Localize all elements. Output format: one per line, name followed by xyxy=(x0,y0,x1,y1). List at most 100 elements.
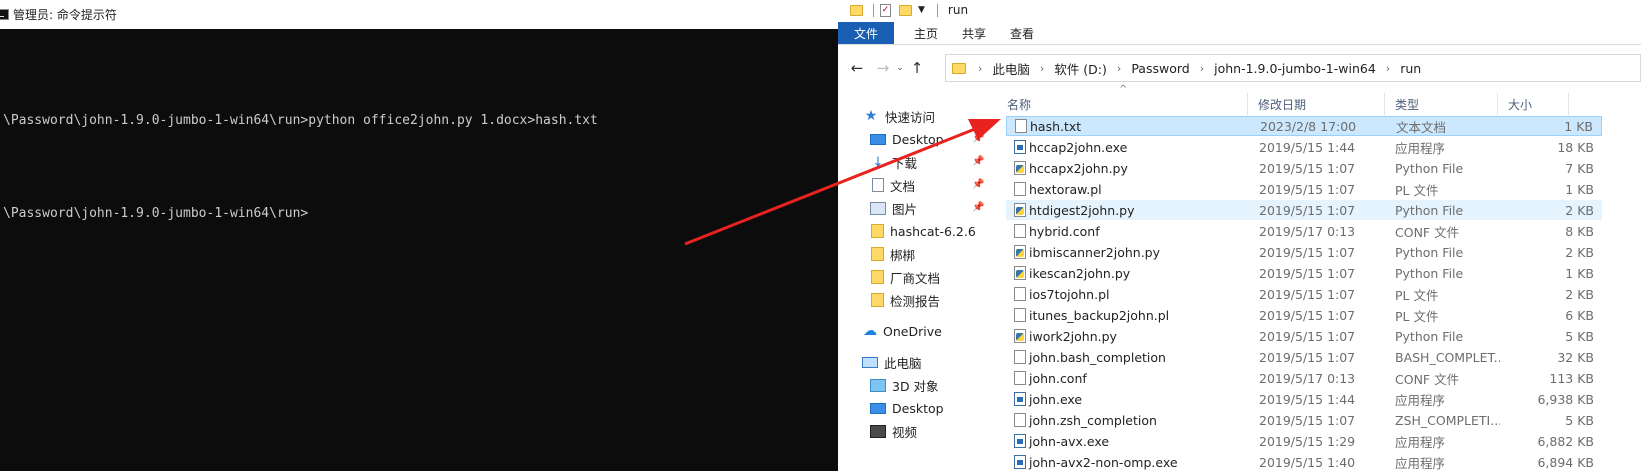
application-icon xyxy=(1014,455,1026,469)
file-size: 6,938 KB xyxy=(1537,391,1594,407)
tab-home[interactable]: 主页 xyxy=(902,22,950,44)
chevron-right-icon[interactable]: › xyxy=(1040,62,1044,75)
nav-item-test-reports[interactable]: 检测报告 xyxy=(870,289,940,311)
pin-icon[interactable]: 📌 xyxy=(972,202,984,213)
file-type: 应用程序 xyxy=(1395,392,1446,408)
breadcrumb-password[interactable]: Password xyxy=(1131,61,1189,76)
column-header-size[interactable]: 大小 xyxy=(1498,93,1568,115)
up-arrow-icon[interactable]: ↑ xyxy=(906,57,928,79)
file-type: 应用程序 xyxy=(1395,455,1446,471)
nav-item-documents[interactable]: 文档 xyxy=(870,174,915,196)
nav-label: 图片 xyxy=(892,201,918,217)
file-date: 2019/5/15 1:44 xyxy=(1259,139,1356,155)
application-icon xyxy=(1014,392,1026,406)
console-title: 管理员: 命令提示符 xyxy=(13,8,117,22)
file-row[interactable]: john.zsh_completion 2019/5/15 1:07 ZSH_COM… xyxy=(1006,410,1602,430)
file-row[interactable]: htdigest2john.py 2019/5/15 1:07 Python Fil… xyxy=(1006,200,1602,220)
nav-label: 3D 对象 xyxy=(892,378,939,394)
file-name: hccap2john.exe xyxy=(1029,139,1128,155)
breadcrumb-this-pc[interactable]: 此电脑 xyxy=(992,59,1030,78)
breadcrumb-drive-d[interactable]: 软件 (D:) xyxy=(1054,59,1107,78)
new-folder-icon[interactable] xyxy=(899,4,912,16)
quick-access-toolbar: ✓ ▼ run xyxy=(838,0,1641,20)
file-row[interactable]: ibmiscanner2john.py 2019/5/15 1:07 Python … xyxy=(1006,242,1602,262)
file-name: john-avx.exe xyxy=(1029,433,1110,449)
nav-onedrive[interactable]: ☁ OneDrive xyxy=(861,320,942,342)
file-row[interactable]: hextoraw.pl 2019/5/15 1:07 PL 文件 1 KB xyxy=(1006,179,1602,199)
nav-label: OneDrive xyxy=(883,323,942,339)
pin-icon[interactable]: 📌 xyxy=(972,179,984,190)
file-row[interactable]: john.conf 2019/5/17 0:13 CONF 文件 113 KB xyxy=(1006,368,1602,388)
file-row[interactable]: itunes_backup2john.pl 2019/5/15 1:07 PL 文件… xyxy=(1006,305,1602,325)
file-row[interactable]: john-avx.exe 2019/5/15 1:29 应用程序 6,882 KB xyxy=(1006,431,1602,451)
tab-share[interactable]: 共享 xyxy=(950,22,998,44)
file-date: 2019/5/15 1:07 xyxy=(1259,328,1356,344)
folder-icon xyxy=(871,270,884,284)
chevron-right-icon[interactable]: › xyxy=(1386,62,1390,75)
file-explorer-window[interactable]: ✓ ▼ run 文件 主页 共享 查看 ← → ⌄ ↑ › 此电脑 › 软件 (… xyxy=(838,0,1641,471)
column-headers: 名称 修改日期 类型 大小 xyxy=(997,93,1641,115)
nav-this-pc[interactable]: 此电脑 xyxy=(862,351,922,373)
text-file-icon xyxy=(1014,224,1026,238)
nav-item-desktop[interactable]: Desktop xyxy=(870,128,944,150)
chevron-right-icon[interactable]: › xyxy=(978,62,982,75)
folder-icon xyxy=(871,293,884,307)
file-row[interactable]: ikescan2john.py 2019/5/15 1:07 Python File… xyxy=(1006,263,1602,283)
file-row[interactable]: iwork2john.py 2019/5/15 1:07 Python File 5 … xyxy=(1006,326,1602,346)
nav-quick-access[interactable]: ★ 快速访问 xyxy=(863,105,935,127)
file-size: 1 KB xyxy=(1565,265,1594,281)
nav-item-pc-desktop[interactable]: Desktop xyxy=(870,397,944,419)
pin-icon[interactable]: 📌 xyxy=(972,156,984,167)
pin-icon[interactable]: 📌 xyxy=(972,133,984,144)
nav-item-pictures[interactable]: 图片 xyxy=(870,197,917,219)
tab-file[interactable]: 文件 xyxy=(838,22,894,44)
nav-label: Desktop xyxy=(892,131,944,147)
nav-item-3d-objects[interactable]: 3D 对象 xyxy=(870,374,939,396)
column-header-type[interactable]: 类型 xyxy=(1385,93,1497,115)
file-size: 2 KB xyxy=(1565,244,1594,260)
navigation-pane[interactable]: ★ 快速访问 Desktop 📌 ↓ 下载 📌 文档 📌 图片 📌 hashca… xyxy=(838,105,988,471)
customize-dropdown-icon[interactable]: ▼ xyxy=(918,5,925,15)
pictures-icon xyxy=(870,201,886,215)
file-date: 2019/5/15 1:07 xyxy=(1259,349,1356,365)
recent-dropdown-icon[interactable]: ⌄ xyxy=(894,57,906,79)
column-header-name[interactable]: 名称 xyxy=(997,93,1247,115)
file-row[interactable]: hccap2john.exe 2019/5/15 1:44 应用程序 18 KB xyxy=(1006,137,1602,157)
nav-item-vendor-docs[interactable]: 厂商文档 xyxy=(870,266,940,288)
file-name: john.zsh_completion xyxy=(1029,412,1157,428)
chevron-right-icon[interactable]: › xyxy=(1200,62,1204,75)
file-row[interactable]: john-avx2-non-omp.exe 2019/5/15 1:40 应用程序 6… xyxy=(1006,452,1602,471)
file-size: 6 KB xyxy=(1565,307,1594,323)
text-file-icon xyxy=(1014,182,1026,196)
column-divider[interactable] xyxy=(1568,93,1569,115)
nav-item-downloads[interactable]: ↓ 下载 xyxy=(870,151,917,173)
file-row[interactable]: hccapx2john.py 2019/5/15 1:07 Python File 7… xyxy=(1006,158,1602,178)
file-row[interactable]: john.exe 2019/5/15 1:44 应用程序 6,938 KB xyxy=(1006,389,1602,409)
forward-arrow-icon[interactable]: → xyxy=(872,57,894,79)
breadcrumb-john[interactable]: john-1.9.0-jumbo-1-win64 xyxy=(1214,61,1376,76)
file-list[interactable]: ^ 名称 修改日期 类型 大小 hash.txt 2023/2/8 17:00 文本… xyxy=(997,84,1641,471)
file-row[interactable]: hybrid.conf 2019/5/17 0:13 CONF 文件 8 KB xyxy=(1006,221,1602,241)
properties-check-icon[interactable]: ✓ xyxy=(880,3,891,17)
file-row[interactable]: ios7tojohn.pl 2019/5/15 1:07 PL 文件 2 KB xyxy=(1006,284,1602,304)
nav-item-bangbang[interactable]: 梆梆 xyxy=(870,243,915,265)
address-bar[interactable]: › 此电脑 › 软件 (D:) › Password › john-1.9.0-… xyxy=(945,54,1641,82)
file-date: 2019/5/15 1:07 xyxy=(1259,412,1356,428)
file-name: hash.txt xyxy=(1030,118,1082,134)
file-row[interactable]: hash.txt 2023/2/8 17:00 文本文档 1 KB xyxy=(1006,116,1602,136)
nav-label: hashcat-6.2.6 xyxy=(890,223,976,239)
back-arrow-icon[interactable]: ← xyxy=(846,57,868,79)
nav-item-videos[interactable]: 视频 xyxy=(870,420,917,442)
nav-item-hashcat[interactable]: hashcat-6.2.6 xyxy=(870,220,976,242)
console-titlebar[interactable]: 管理员: 命令提示符 xyxy=(0,0,838,29)
column-header-date[interactable]: 修改日期 xyxy=(1248,93,1384,115)
file-type: Python File xyxy=(1395,244,1464,260)
chevron-right-icon[interactable]: › xyxy=(1117,62,1121,75)
file-type: Python File xyxy=(1395,265,1464,281)
console-output[interactable]: \Password\john-1.9.0-jumbo-1-win64\run>p… xyxy=(0,43,838,291)
nav-label: 检测报告 xyxy=(890,293,941,309)
tab-view[interactable]: 查看 xyxy=(998,22,1046,44)
command-prompt-window[interactable]: 管理员: 命令提示符 \Password\john-1.9.0-jumbo-1-… xyxy=(0,0,838,471)
file-row[interactable]: john.bash_completion 2019/5/15 1:07 BASH_C… xyxy=(1006,347,1602,367)
breadcrumb-run[interactable]: run xyxy=(1400,61,1421,76)
